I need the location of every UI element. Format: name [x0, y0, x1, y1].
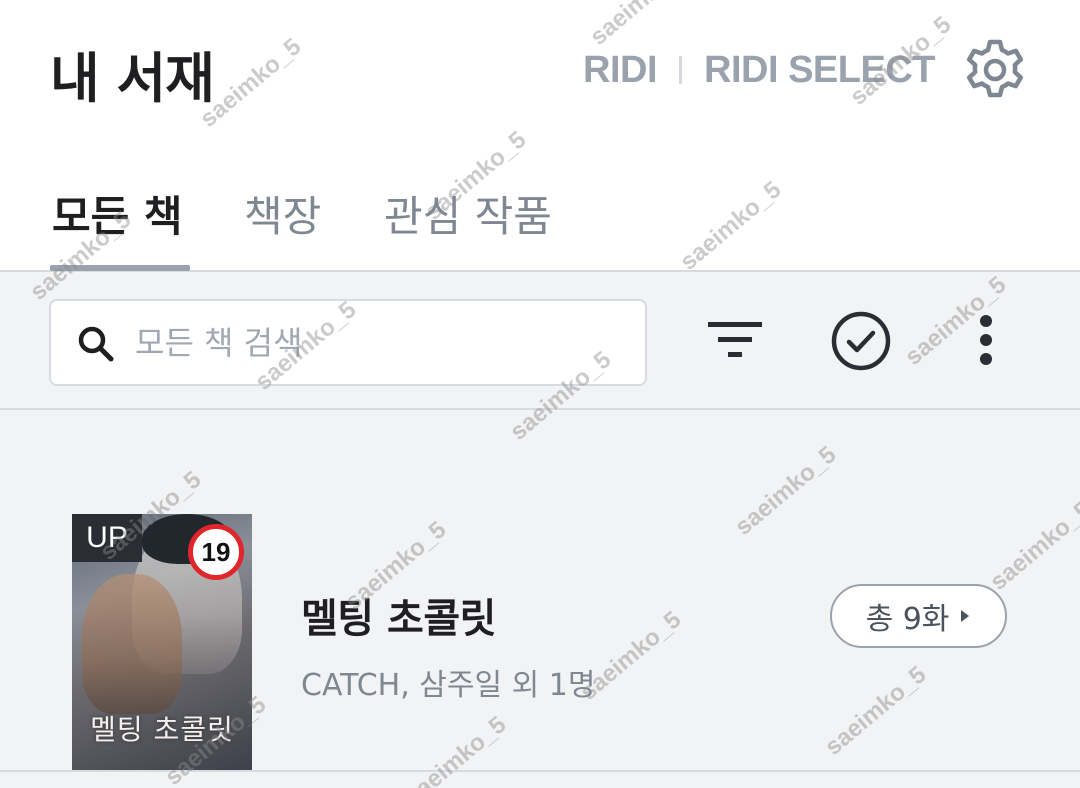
library-toolbar	[0, 272, 1080, 410]
tab-bar: 모든 책 책장 관심 작품	[0, 145, 1080, 272]
tab-all-books[interactable]: 모든 책	[52, 183, 183, 244]
ridi-link[interactable]: RIDI	[583, 49, 658, 92]
book-title[interactable]: 멜팅 초콜릿	[301, 586, 496, 644]
tab-favorites[interactable]: 관심 작품	[384, 183, 552, 244]
episode-count-label: 총 9화	[865, 602, 950, 637]
search-icon	[78, 326, 114, 362]
app-header: 내 서재 RIDI RIDI SELECT	[0, 0, 1080, 145]
book-list: 멜팅 초콜릿 UP 19 멜팅 초콜릿 CATCH, 삼주일 외 1명 총 9화	[0, 410, 1080, 788]
cover-art-figure	[82, 574, 182, 714]
search-input[interactable]	[135, 317, 625, 369]
brand-links: RIDI RIDI SELECT	[583, 49, 935, 92]
more-vertical-icon[interactable]	[976, 314, 996, 366]
brand-divider	[679, 56, 683, 84]
gear-icon[interactable]	[963, 38, 1027, 102]
search-box[interactable]	[49, 299, 647, 386]
caret-right-icon	[961, 610, 970, 622]
filter-icon[interactable]	[706, 320, 764, 360]
ridi-select-link[interactable]: RIDI SELECT	[704, 49, 935, 92]
age-rating-badge: 19	[188, 524, 244, 580]
update-badge: UP	[72, 514, 142, 562]
book-author: CATCH, 삼주일 외 1명	[301, 668, 596, 703]
page-title: 내 서재	[50, 47, 215, 110]
active-tab-indicator	[50, 265, 190, 271]
cover-title: 멜팅 초콜릿	[90, 713, 234, 746]
episode-count-button[interactable]: 총 9화	[830, 584, 1007, 648]
check-circle-icon[interactable]	[830, 310, 892, 372]
tab-bookshelf[interactable]: 책장	[244, 183, 321, 244]
book-cover[interactable]: 멜팅 초콜릿 UP 19	[72, 514, 252, 770]
book-item[interactable]: 멜팅 초콜릿 UP 19 멜팅 초콜릿 CATCH, 삼주일 외 1명 총 9화	[0, 514, 1080, 772]
